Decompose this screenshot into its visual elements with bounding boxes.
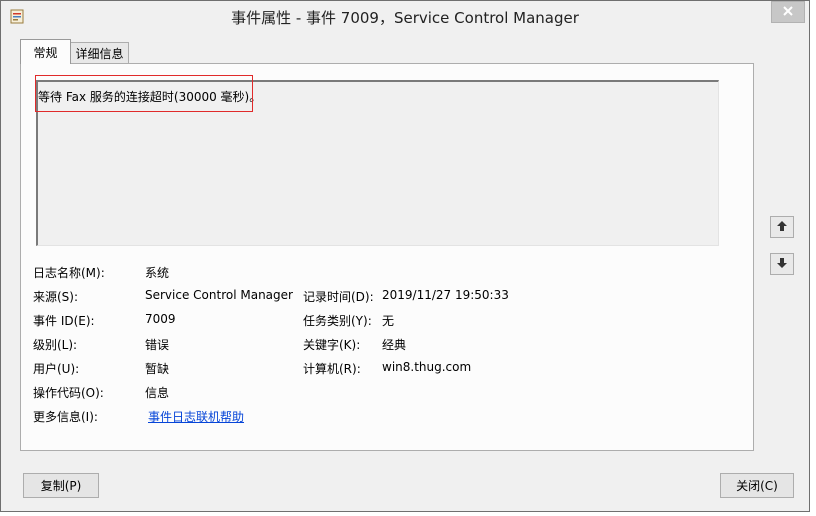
arrow-up-icon <box>776 220 788 235</box>
keywords-label: 关键字(K): <box>303 338 361 352</box>
event-properties-window: 事件属性 - 事件 7009，Service Control Manager 常… <box>0 0 810 512</box>
computer-value[interactable]: win8.thug.com <box>382 360 471 374</box>
keywords-value[interactable]: 经典 <box>382 336 406 353</box>
window-title: 事件属性 - 事件 7009，Service Control Manager <box>231 9 579 27</box>
more-info-label: 更多信息(I): <box>33 410 98 424</box>
arrow-down-icon <box>776 257 788 272</box>
event-id-label: 事件 ID(E): <box>33 314 95 328</box>
computer-label: 计算机(R): <box>303 362 361 376</box>
user-label: 用户(U): <box>33 362 80 376</box>
tab-general[interactable]: 常规 <box>20 39 71 64</box>
event-id-value[interactable]: 7009 <box>145 312 176 326</box>
highlight-annotation <box>35 75 253 112</box>
source-label: 来源(S): <box>33 290 79 304</box>
task-category-label: 任务类别(Y): <box>303 314 372 328</box>
close-button[interactable]: 关闭(C) <box>720 473 794 498</box>
copy-button[interactable]: 复制(P) <box>23 473 99 498</box>
source-value[interactable]: Service Control Manager <box>145 288 293 302</box>
previous-event-button[interactable] <box>770 216 794 238</box>
close-button-label: 关闭(C) <box>736 479 778 493</box>
event-log-online-help-link[interactable]: 事件日志联机帮助 <box>148 408 244 425</box>
opcode-value[interactable]: 信息 <box>145 384 169 401</box>
general-tab-panel <box>20 63 754 451</box>
level-label: 级别(L): <box>33 338 78 352</box>
tab-label: 详细信息 <box>75 47 124 61</box>
copy-button-label: 复制(P) <box>40 479 82 493</box>
log-name-value[interactable]: 系统 <box>145 264 169 281</box>
background-strip <box>810 0 816 516</box>
logged-label: 记录时间(D): <box>303 290 374 304</box>
tab-details[interactable]: 详细信息 <box>70 42 129 64</box>
opcode-label: 操作代码(O): <box>33 386 104 400</box>
user-value[interactable]: 暂缺 <box>145 360 169 377</box>
log-name-label: 日志名称(M): <box>33 266 105 280</box>
title-bar[interactable]: 事件属性 - 事件 7009，Service Control Manager <box>1 1 809 33</box>
next-event-button[interactable] <box>770 253 794 275</box>
close-window-button[interactable] <box>771 1 805 23</box>
task-category-value[interactable]: 无 <box>382 312 394 329</box>
logged-value[interactable]: 2019/11/27 19:50:33 <box>382 288 509 302</box>
close-icon <box>782 5 794 20</box>
tab-label: 常规 <box>33 45 58 60</box>
level-value[interactable]: 错误 <box>145 336 169 353</box>
